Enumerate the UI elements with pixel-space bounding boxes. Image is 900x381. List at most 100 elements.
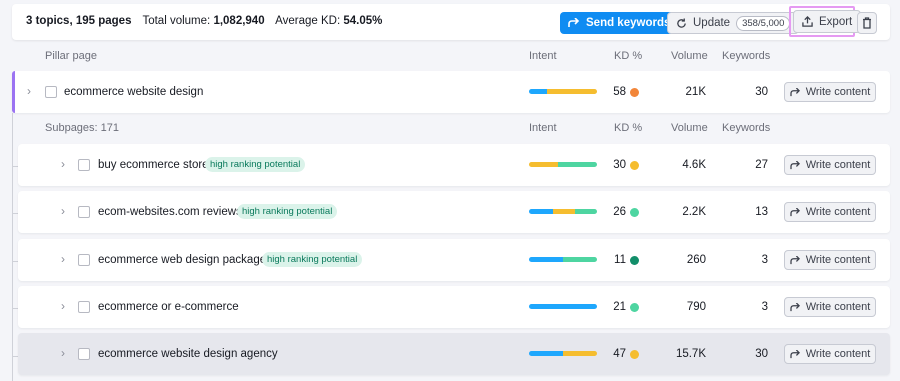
chevron-right-icon[interactable]: › bbox=[61, 299, 65, 313]
kd-difficulty-dot bbox=[630, 208, 639, 217]
kd-column-header: KD % bbox=[614, 122, 643, 134]
intent-segment bbox=[563, 351, 597, 356]
intent-segment bbox=[529, 351, 563, 356]
share-arrow-icon bbox=[568, 18, 580, 27]
subpage-row[interactable]: › ecom-websites.com reviews high ranking… bbox=[18, 191, 890, 233]
volume-value: 2.2K bbox=[682, 206, 706, 218]
share-arrow-icon bbox=[790, 349, 800, 358]
chevron-right-icon[interactable]: › bbox=[61, 346, 65, 360]
intent-bar bbox=[529, 209, 597, 214]
kd-value: 21 bbox=[613, 301, 626, 313]
average-kd-value: 54.05% bbox=[343, 15, 383, 27]
chevron-right-icon[interactable]: › bbox=[61, 252, 65, 266]
chevron-right-icon[interactable]: › bbox=[61, 157, 65, 171]
intent-column-header: Intent bbox=[529, 50, 557, 62]
ranking-potential-badge: high ranking potential bbox=[205, 157, 306, 172]
volume-value: 790 bbox=[686, 301, 706, 313]
intent-bar bbox=[529, 162, 597, 167]
topics-pages-count: 3 topics, 195 pages bbox=[26, 15, 132, 27]
write-content-button[interactable]: Write content bbox=[784, 297, 876, 317]
subpages-count-header: Subpages: 171 bbox=[45, 122, 120, 134]
volume-column-header: Volume bbox=[671, 122, 708, 134]
write-content-button[interactable]: Write content bbox=[784, 250, 876, 270]
kd-column-header: KD % bbox=[614, 50, 643, 62]
row-checkbox[interactable] bbox=[78, 348, 90, 360]
send-keywords-label: Send keywords bbox=[586, 17, 671, 29]
write-content-label: Write content bbox=[805, 159, 871, 171]
export-button[interactable]: Export bbox=[793, 10, 862, 33]
write-content-label: Write content bbox=[805, 86, 871, 98]
write-content-button[interactable]: Write content bbox=[784, 82, 876, 102]
kd-value: 30 bbox=[613, 159, 626, 171]
summary: 3 topics, 195 pages Total volume: 1,082,… bbox=[26, 15, 382, 27]
keywords-count: 30 bbox=[755, 348, 768, 360]
intent-segment bbox=[529, 209, 554, 214]
subpage-keyword[interactable]: ecommerce web design packages bbox=[98, 254, 272, 266]
update-counter-badge: 358/5,000 bbox=[736, 15, 791, 31]
ranking-potential-badge: high ranking potential bbox=[262, 252, 363, 267]
volume-column-header: Volume bbox=[671, 50, 708, 62]
intent-segment bbox=[563, 257, 597, 262]
kd-difficulty-dot bbox=[630, 350, 639, 359]
row-checkbox[interactable] bbox=[78, 301, 90, 313]
kd-value: 26 bbox=[613, 206, 626, 218]
subpage-row[interactable]: › ecommerce website design agency 47 15.… bbox=[18, 333, 890, 375]
share-arrow-icon bbox=[790, 207, 800, 216]
chevron-right-icon[interactable]: › bbox=[61, 204, 65, 218]
write-content-button[interactable]: Write content bbox=[784, 155, 876, 175]
volume-value: 260 bbox=[686, 254, 706, 266]
write-content-button[interactable]: Write content bbox=[784, 344, 876, 364]
intent-bar bbox=[529, 257, 597, 262]
export-label: Export bbox=[819, 15, 853, 28]
intent-segment bbox=[529, 162, 558, 167]
subpage-row[interactable]: › buy ecommerce store high ranking poten… bbox=[18, 144, 890, 186]
volume-value: 4.6K bbox=[682, 159, 706, 171]
subpage-keyword[interactable]: buy ecommerce store bbox=[98, 159, 209, 171]
delete-button[interactable] bbox=[857, 12, 877, 34]
keywords-column-header: Keywords bbox=[722, 122, 771, 134]
intent-segment bbox=[575, 209, 597, 214]
subpage-keyword[interactable]: ecommerce website design agency bbox=[98, 348, 278, 360]
kd-value: 47 bbox=[613, 348, 626, 360]
row-checkbox[interactable] bbox=[78, 254, 90, 266]
kd-difficulty-dot bbox=[630, 256, 639, 265]
pillar-keyword[interactable]: ecommerce website design bbox=[64, 86, 203, 98]
write-content-label: Write content bbox=[805, 348, 871, 360]
keywords-column-header: Keywords bbox=[722, 50, 771, 62]
upload-icon bbox=[802, 16, 813, 27]
average-kd-label: Average KD: bbox=[275, 15, 341, 27]
row-checkbox[interactable] bbox=[45, 86, 57, 98]
subpage-keyword[interactable]: ecommerce or e-commerce bbox=[98, 301, 239, 313]
intent-segment bbox=[557, 162, 597, 167]
intent-column-header: Intent bbox=[529, 122, 557, 134]
keywords-count: 3 bbox=[761, 301, 768, 313]
share-arrow-icon bbox=[790, 87, 800, 96]
write-content-button[interactable]: Write content bbox=[784, 202, 876, 222]
keywords-count: 3 bbox=[761, 254, 768, 266]
update-button[interactable]: Update 358/5,000 bbox=[667, 12, 800, 34]
toolbar: 3 topics, 195 pages Total volume: 1,082,… bbox=[12, 4, 890, 40]
trash-icon bbox=[863, 17, 871, 29]
pillar-accent-bar bbox=[12, 71, 15, 113]
share-arrow-icon bbox=[790, 160, 800, 169]
pillar-page-column-header: Pillar page bbox=[45, 50, 97, 62]
write-content-label: Write content bbox=[805, 206, 871, 218]
ranking-potential-badge: high ranking potential bbox=[237, 204, 338, 219]
chevron-right-icon[interactable]: › bbox=[27, 84, 31, 98]
subpage-row[interactable]: › ecommerce web design packages high ran… bbox=[18, 239, 890, 281]
intent-segment bbox=[529, 257, 563, 262]
intent-segment bbox=[547, 89, 597, 94]
intent-bar bbox=[529, 351, 597, 356]
send-keywords-button[interactable]: Send keywords bbox=[560, 12, 679, 34]
total-volume-label: Total volume: bbox=[142, 15, 211, 27]
total-volume-value: 1,082,940 bbox=[213, 15, 265, 27]
volume-value: 21K bbox=[685, 86, 706, 98]
row-checkbox[interactable] bbox=[78, 206, 90, 218]
row-checkbox[interactable] bbox=[78, 159, 90, 171]
subpage-row[interactable]: › ecommerce or e-commerce 21 790 3 Write… bbox=[18, 286, 890, 328]
subpage-keyword[interactable]: ecom-websites.com reviews bbox=[98, 206, 242, 218]
write-content-label: Write content bbox=[805, 254, 871, 266]
intent-segment bbox=[529, 304, 597, 309]
pillar-row[interactable]: › ecommerce website design 58 21K 30 Wri… bbox=[12, 71, 890, 113]
kd-value: 11 bbox=[614, 254, 626, 266]
